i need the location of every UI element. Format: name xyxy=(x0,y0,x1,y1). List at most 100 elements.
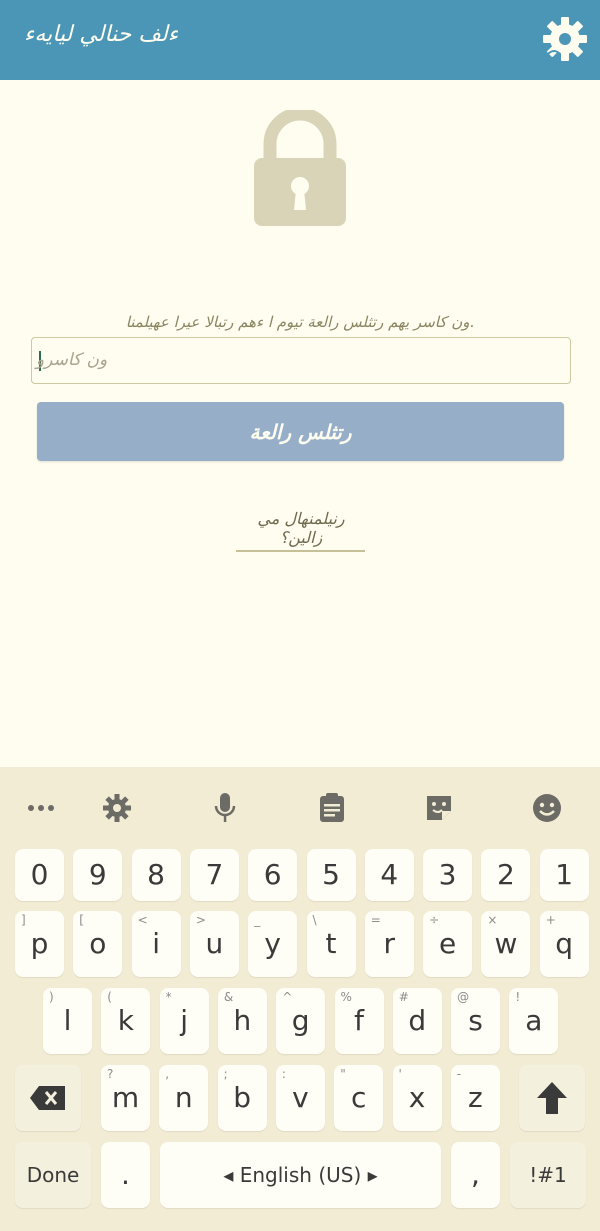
comma-key[interactable]: , xyxy=(451,1142,500,1208)
app-title: ءلف حنالي ليايهء xyxy=(24,22,179,47)
password-placeholder: ون كاسرو xyxy=(36,350,108,370)
key-f[interactable]: % f xyxy=(334,988,384,1054)
key-j[interactable]: * j xyxy=(159,988,209,1054)
key-1[interactable]: 1 xyxy=(539,849,589,901)
done-key[interactable]: Done xyxy=(15,1142,91,1208)
key-label: 5 xyxy=(322,858,340,891)
key-label: q xyxy=(555,927,574,960)
key-9[interactable]: 9 xyxy=(73,849,123,901)
key-o[interactable]: [o xyxy=(73,911,123,977)
key-label: 0 xyxy=(30,858,49,891)
key-label: 4 xyxy=(380,858,399,891)
key-sub-label: ( xyxy=(107,990,112,1004)
gear-icon[interactable] xyxy=(540,14,590,64)
key-sub-label: - xyxy=(456,1067,462,1081)
key-label: p xyxy=(30,927,49,960)
key-3[interactable]: 3 xyxy=(423,849,473,901)
key-label: j xyxy=(180,1004,188,1037)
mic-icon[interactable] xyxy=(208,791,242,825)
key-2[interactable]: 2 xyxy=(481,849,531,901)
key-label: c xyxy=(350,1081,367,1114)
clipboard-icon[interactable] xyxy=(315,791,349,825)
key-sub-label: = xyxy=(370,913,381,927)
settings-icon[interactable] xyxy=(100,791,134,825)
key-7[interactable]: 7 xyxy=(189,849,239,901)
key-v[interactable]: :v xyxy=(275,1065,325,1131)
space-key[interactable]: ◂ English (US) ▸ xyxy=(160,1142,441,1208)
key-g[interactable]: ^ g xyxy=(276,988,326,1054)
key-sub-label: _ xyxy=(254,913,261,927)
key-e[interactable]: ÷ e xyxy=(423,911,473,977)
key-sub-label: ) xyxy=(49,990,54,1004)
key-label: k xyxy=(117,1004,134,1037)
key-label: y xyxy=(264,927,281,960)
key-sub-label: + xyxy=(545,913,556,927)
key-sub-label: ? xyxy=(107,1067,114,1081)
key-label: i xyxy=(152,927,160,960)
key-p[interactable]: ] p xyxy=(15,911,64,977)
key-6[interactable]: 6 xyxy=(248,849,298,901)
key-n[interactable]: ,n xyxy=(159,1065,209,1131)
key-sub-label: ] xyxy=(21,913,26,927)
period-key[interactable]: . xyxy=(101,1142,150,1208)
key-h[interactable]: & h xyxy=(217,988,267,1054)
key-label: !#1 xyxy=(529,1163,567,1187)
key-s[interactable]: @ s xyxy=(451,988,501,1054)
key-label: s xyxy=(468,1004,483,1037)
key-u[interactable]: > u xyxy=(189,911,239,977)
key-label: 6 xyxy=(263,858,282,891)
sticker-icon[interactable] xyxy=(422,791,456,825)
key-label: 9 xyxy=(88,858,107,891)
key-a[interactable]: ! a xyxy=(509,988,559,1054)
shift-icon xyxy=(537,1082,567,1114)
key-k[interactable]: (k xyxy=(101,988,151,1054)
key-w[interactable]: × w xyxy=(481,911,531,977)
login-button[interactable]: رتثلس رالعة xyxy=(37,402,564,461)
key-sub-label: : xyxy=(281,1067,286,1081)
key-4[interactable]: 4 xyxy=(364,849,414,901)
key-sub-label: ' xyxy=(398,1067,402,1081)
symbols-key[interactable]: !#1 xyxy=(510,1142,586,1208)
forgot-underline xyxy=(236,550,365,552)
backspace-icon xyxy=(30,1086,65,1110)
key-c[interactable]: " c xyxy=(334,1065,384,1131)
key-q[interactable]: + q xyxy=(539,911,589,977)
more-icon[interactable] xyxy=(24,791,58,825)
key-label: 8 xyxy=(147,858,165,891)
key-t[interactable]: \ t xyxy=(306,911,356,977)
key-b[interactable]: ; b xyxy=(217,1065,267,1131)
key-label: r xyxy=(383,927,396,960)
key-8[interactable]: 8 xyxy=(131,849,181,901)
password-input[interactable] xyxy=(31,337,571,384)
key-i[interactable]: < i xyxy=(131,911,181,977)
key-0[interactable]: 0 xyxy=(15,849,64,901)
key-m[interactable]: ? m xyxy=(101,1065,150,1131)
emoji-icon[interactable] xyxy=(530,791,564,825)
key-sub-label: > xyxy=(195,913,206,927)
key-sub-label: @ xyxy=(457,990,470,1004)
key-sub-label: & xyxy=(223,990,234,1004)
key-sub-label: ^ xyxy=(282,990,293,1004)
key-label: 2 xyxy=(496,858,515,891)
key-sub-label: ; xyxy=(223,1067,228,1081)
key-label: e xyxy=(438,927,457,960)
key-x[interactable]: ' x xyxy=(392,1065,442,1131)
shift-key[interactable] xyxy=(519,1065,585,1131)
key-label: , xyxy=(471,1158,480,1191)
key-sub-label: [ xyxy=(79,913,84,927)
key-l[interactable]: ) l xyxy=(43,988,92,1054)
forgot-password-link[interactable]: رنيلمنهال مي زالين؟ xyxy=(236,509,366,547)
key-sub-label: * xyxy=(165,990,172,1004)
key-d[interactable]: # d xyxy=(392,988,442,1054)
key-y[interactable]: _ y xyxy=(248,911,298,977)
key-label: l xyxy=(63,1004,72,1037)
backspace-key[interactable] xyxy=(15,1065,81,1131)
key-label: n xyxy=(174,1081,193,1114)
key-5[interactable]: 5 xyxy=(306,849,356,901)
key-z[interactable]: -z xyxy=(450,1065,500,1131)
key-sub-label: % xyxy=(340,990,352,1004)
key-label: ◂ English (US) ▸ xyxy=(223,1163,378,1187)
keyboard: 0 9 8 7 6 5 4 3 2 1] p[o < i > u _ y \ t = r ÷ e × w + q) l(k * j & h ^ g… xyxy=(0,767,600,1231)
key-r[interactable]: = r xyxy=(364,911,414,977)
key-sub-label: ÷ xyxy=(429,913,440,927)
